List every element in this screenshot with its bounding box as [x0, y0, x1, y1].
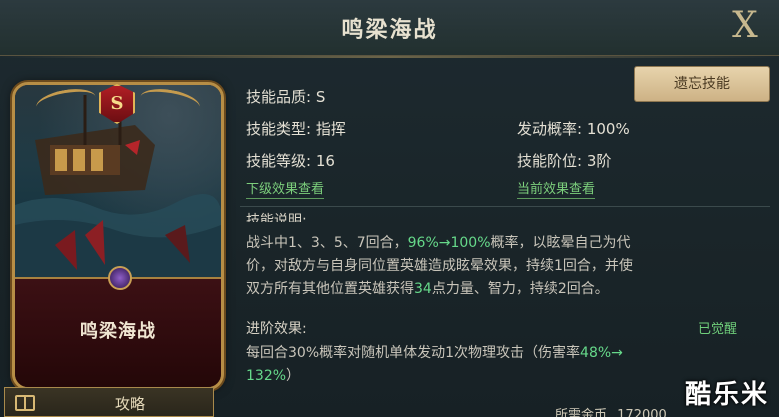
- gold-cost-label: 所需金币: [555, 408, 608, 417]
- skill-card: 鸣梁海战: [12, 82, 224, 390]
- gold-cost-value: 172000: [617, 408, 667, 417]
- strategy-button[interactable]: 攻略: [4, 387, 214, 417]
- next-level-effect-link[interactable]: 下级效果查看: [246, 178, 325, 199]
- skill-type: 技能类型: 指挥: [246, 120, 346, 138]
- page-title: 鸣梁海战: [341, 18, 438, 43]
- skill-description: 战斗中1、3、5、7回合，96%→100%概率，以眩晕自己为代 价，对敌方与自身…: [246, 232, 766, 301]
- trigger-rate: 发动概率: 100%: [517, 120, 630, 138]
- skill-stage: 技能阶位: 3阶: [517, 152, 612, 170]
- faction-emblem-icon: [108, 266, 132, 290]
- header: 鸣梁海战 X: [0, 0, 779, 58]
- description-line-3: 双方所有其他位置英雄获得34点力量、智力，持续2回合。: [246, 281, 609, 297]
- trigger-rate-value: 100%: [586, 120, 630, 138]
- skill-quality: 技能品质: S: [246, 88, 326, 106]
- skill-level: 技能等级: 16: [246, 152, 335, 170]
- skill-description-label: 技能说明:: [246, 213, 307, 222]
- strategy-button-label: 攻略: [115, 395, 146, 413]
- card-skill-name: 鸣梁海战: [80, 321, 156, 342]
- gold-cost: 所需金币 172000: [555, 404, 667, 417]
- watermark: 酷乐米: [684, 380, 769, 410]
- description-line-1: 战斗中1、3、5、7回合，96%→100%概率，以眩晕自己为代: [246, 235, 631, 251]
- awakened-status: 已觉醒: [698, 322, 738, 337]
- advanced-effect-label: 进阶效果:: [246, 321, 307, 337]
- description-line-2: 价，对敌方与自身同位置英雄造成眩晕效果，持续1回合，并使: [246, 258, 633, 274]
- skill-level-value: 16: [315, 152, 335, 170]
- skill-quality-value: S: [315, 88, 326, 106]
- close-icon[interactable]: X: [725, 6, 765, 46]
- forget-skill-button[interactable]: 遗忘技能: [634, 66, 770, 102]
- current-effect-link[interactable]: 当前效果查看: [517, 178, 596, 199]
- divider: [240, 206, 770, 207]
- skill-stage-value: 3阶: [586, 152, 612, 170]
- advanced-line-1: 每回合30%概率对随机单体发动1次物理攻击（伤害率48%→: [246, 345, 623, 361]
- skill-type-value: 指挥: [315, 120, 346, 138]
- book-icon: [15, 395, 35, 411]
